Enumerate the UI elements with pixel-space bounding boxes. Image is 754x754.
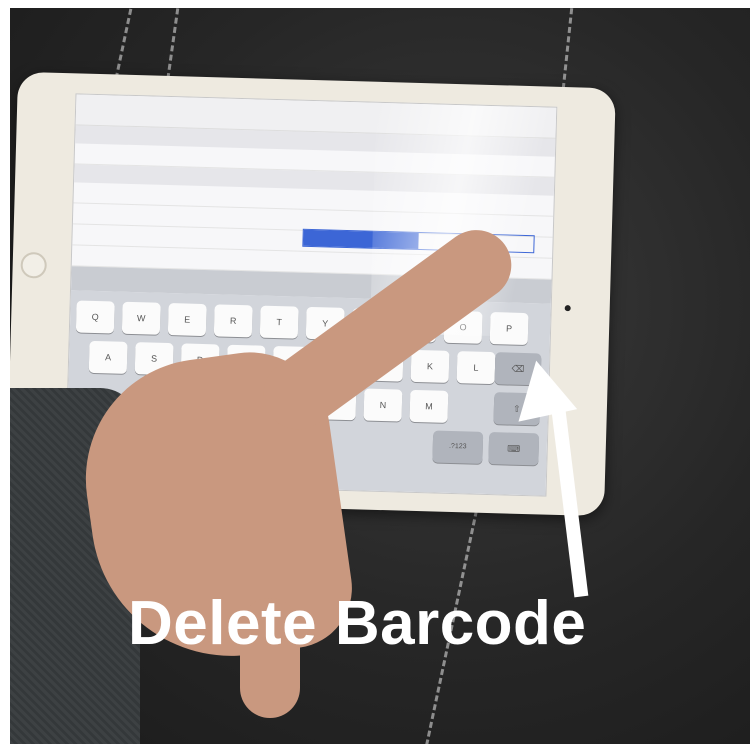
key-t[interactable]: T — [259, 305, 299, 339]
key-a[interactable]: A — [88, 340, 128, 374]
hide-keyboard-key[interactable]: ⌨ — [488, 432, 540, 466]
keyboard-icon: ⌨ — [507, 443, 521, 454]
key-n[interactable]: N — [363, 388, 403, 422]
home-button[interactable] — [20, 251, 48, 279]
key-m[interactable]: M — [409, 389, 449, 423]
camera — [564, 305, 571, 312]
key-k[interactable]: K — [410, 349, 450, 383]
key-w[interactable]: W — [121, 301, 161, 335]
key-l[interactable]: L — [456, 351, 496, 385]
caption-label: Delete Barcode — [128, 589, 587, 658]
key-q[interactable]: Q — [75, 300, 115, 334]
key-r[interactable]: R — [213, 304, 253, 338]
number-key[interactable]: .?123 — [432, 430, 484, 464]
key-e[interactable]: E — [167, 303, 207, 337]
